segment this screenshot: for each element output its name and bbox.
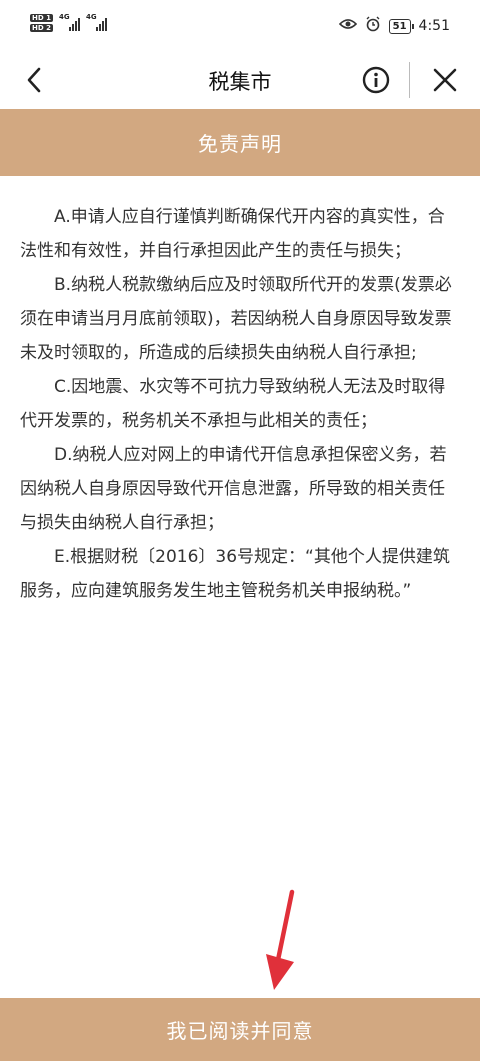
annotation-arrow-icon [266,889,295,990]
hd2-badge: HD 2 [30,24,53,32]
disclaimer-header: 免责声明 [0,109,480,176]
disclaimer-item-a: A.申请人应自行谨慎判断确保代开内容的真实性，合法性和有效性，并自行承担因此产生… [20,207,445,261]
disclaimer-item-d: D.纳税人应对网上的申请代开信息承担保密义务，若因纳税人自身原因导致代开信息泄露… [20,445,447,533]
page-title: 税集市 [208,70,272,94]
signal-icon-1: 4G [58,13,80,31]
network-type-1: 4G [58,13,70,21]
title-bar: 税集市 [0,52,480,108]
disclaimer-item-c: C.因地震、水灾等不可抗力导致纳税人无法及时取得代开发票的，税务机关不承担与此相… [20,377,446,431]
network-type-2: 4G [85,13,97,21]
clock-time: 4:51 [418,18,450,34]
eye-icon [338,18,357,34]
disclaimer-item-b: B.纳税人税款缴纳后应及时领取所代开的发票(发票必须在申请当月月底前领取)，若因… [20,275,452,363]
info-button[interactable] [358,62,394,98]
disclaimer-item-e: E.根据财税〔2016〕36号规定：“其他个人提供建筑服务，应向建筑服务发生地主… [20,547,450,601]
signal-icon-2: 4G [85,13,107,31]
disclaimer-content: A.申请人应自行谨慎判断确保代开内容的真实性，合法性和有效性，并自行承担因此产生… [20,200,460,608]
status-bar: HD 1 HD 2 4G 4G 51 4:51 [0,0,480,52]
hd1-badge: HD 1 [30,14,53,22]
agree-button[interactable]: 我已阅读并同意 [0,998,480,1061]
status-right: 51 4:51 [338,16,450,36]
status-left: HD 1 HD 2 4G 4G [30,13,107,32]
title-divider [409,62,410,98]
info-icon [362,66,390,94]
alarm-icon [365,16,381,36]
hd-indicators: HD 1 HD 2 [30,14,53,32]
battery-icon: 51 [388,18,414,34]
close-icon [433,68,457,92]
close-button[interactable] [425,60,465,100]
